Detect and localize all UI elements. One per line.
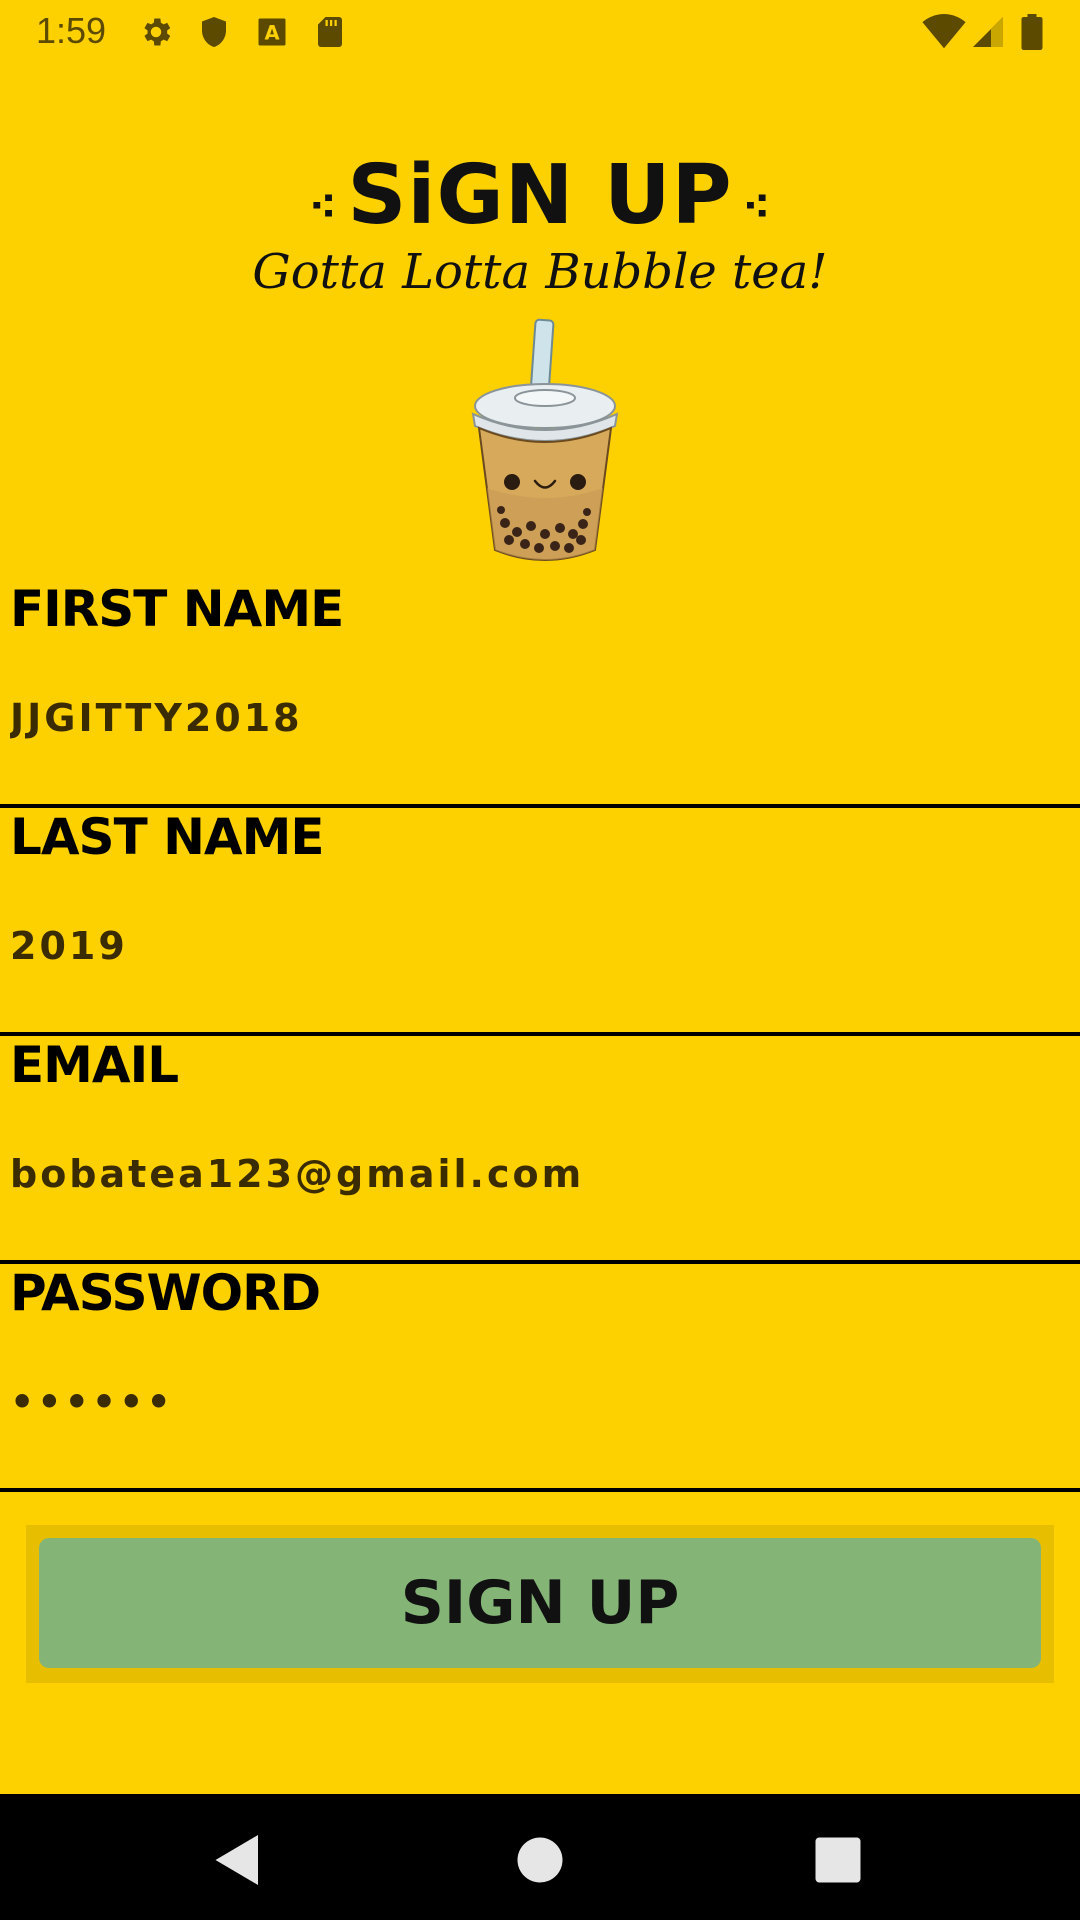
signup-screen: 1:59 A ⁖ SiGN UP ⁖ Gotta Lotta Bubble te… [0, 0, 1080, 1920]
splash-left-icon: ⁖ [308, 183, 338, 230]
battery-icon [1021, 14, 1043, 50]
email-field: EMAIL [0, 1036, 1080, 1264]
splash-right-icon: ⁖ [742, 183, 772, 230]
email-label: EMAIL [10, 1036, 179, 1094]
boba-tea-cup-image [471, 318, 619, 561]
signup-button[interactable]: SIGN UP [39, 1538, 1041, 1668]
svg-text:A: A [264, 22, 279, 45]
shield-icon [202, 17, 226, 47]
first-name-input[interactable] [10, 688, 1060, 748]
status-time: 1:59 [36, 10, 107, 51]
page-subtitle: Gotta Lotta Bubble tea! [252, 244, 828, 300]
email-input[interactable] [10, 1144, 1060, 1204]
status-bar: 1:59 A [0, 0, 1080, 63]
last-name-input[interactable] [10, 916, 1060, 976]
page-title: ⁖ SiGN UP ⁖ [0, 148, 1080, 243]
password-input[interactable] [10, 1372, 1060, 1432]
last-name-label: LAST NAME [10, 808, 325, 866]
back-icon[interactable] [208, 1830, 268, 1890]
a-icon: A [258, 18, 286, 46]
password-field: PASSWORD [0, 1264, 1080, 1492]
recents-icon[interactable] [808, 1830, 868, 1890]
signup-button-frame: SIGN UP [26, 1525, 1054, 1683]
signal-icon [973, 17, 1003, 47]
navigation-bar [0, 1794, 1080, 1920]
wifi-icon [922, 14, 966, 49]
home-icon[interactable] [510, 1830, 570, 1890]
password-label: PASSWORD [10, 1264, 321, 1322]
last-name-field: LAST NAME [0, 808, 1080, 1036]
first-name-label: FIRST NAME [10, 580, 344, 638]
page-title-text: SiGN UP [347, 148, 733, 243]
first-name-field: FIRST NAME [0, 580, 1080, 808]
sd-card-icon [318, 17, 342, 47]
gear-icon [144, 18, 171, 46]
